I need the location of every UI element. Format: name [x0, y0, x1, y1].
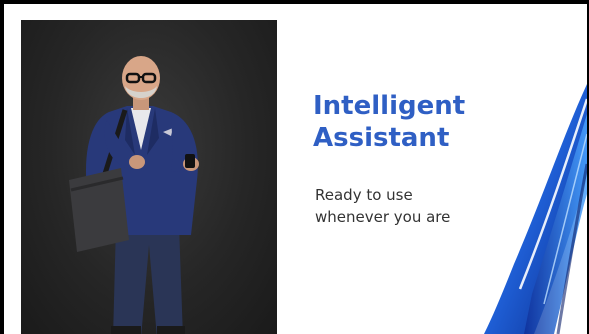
businessman-photo: [21, 20, 277, 334]
subtitle-line-1: Ready to use: [315, 186, 413, 204]
blue-wave-ribbon-icon: [484, 84, 587, 334]
title-line-2: Assistant: [313, 123, 450, 153]
slide: Intelligent Assistant Ready to use whene…: [4, 4, 587, 334]
title-line-1: Intelligent: [313, 91, 466, 121]
businessman-illustration: [69, 56, 199, 334]
subtitle-line-2: whenever you are: [315, 208, 451, 226]
